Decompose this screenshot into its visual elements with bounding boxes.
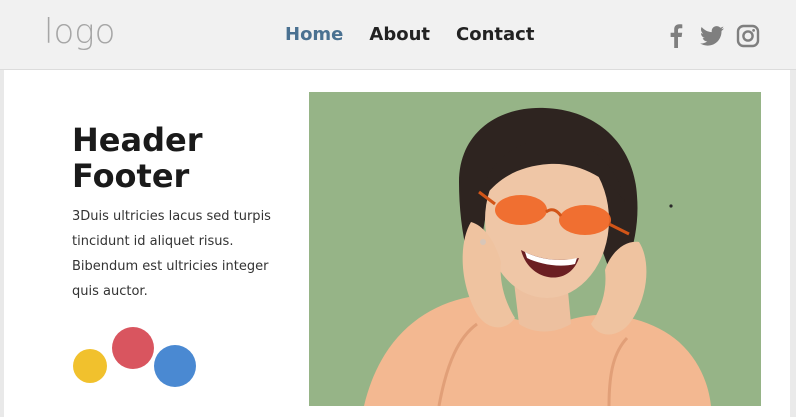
- hero-text: Header Footer 3Duis ultricies lacus sed …: [72, 122, 302, 304]
- hero-body-line-3: Bibendum est ultricies integer: [72, 259, 269, 274]
- twitter-icon[interactable]: [700, 23, 724, 49]
- nav-link-home[interactable]: Home: [285, 24, 343, 45]
- social-links: [664, 23, 760, 49]
- hero-photo-illustration: [309, 92, 761, 406]
- hero-title: Header Footer: [72, 122, 302, 194]
- decorative-dots: [70, 325, 200, 387]
- hero-title-line-1: Header: [72, 121, 203, 159]
- nav-link-about[interactable]: About: [369, 24, 430, 45]
- page-frame: logo Home About Contact Header Footer 3D…: [0, 0, 796, 417]
- facebook-icon[interactable]: [664, 23, 688, 49]
- logo[interactable]: logo: [44, 12, 115, 52]
- instagram-icon[interactable]: [736, 23, 760, 49]
- yellow-dot: [73, 349, 107, 383]
- hero-body-line-2: tincidunt id aliquet risus.: [72, 234, 234, 249]
- red-dot: [112, 327, 154, 369]
- nav-link-contact[interactable]: Contact: [456, 24, 534, 45]
- hero-body: 3Duis ultricies lacus sed turpis tincidu…: [72, 204, 302, 304]
- hero-image: [309, 92, 761, 406]
- top-navbar: logo Home About Contact: [0, 0, 796, 70]
- hero-body-line-4: quis auctor.: [72, 284, 148, 299]
- hero-body-line-1: 3Duis ultricies lacus sed turpis: [72, 209, 271, 224]
- main-nav: Home About Contact: [285, 24, 534, 45]
- hero-title-line-2: Footer: [72, 157, 190, 195]
- blue-dot: [154, 345, 196, 387]
